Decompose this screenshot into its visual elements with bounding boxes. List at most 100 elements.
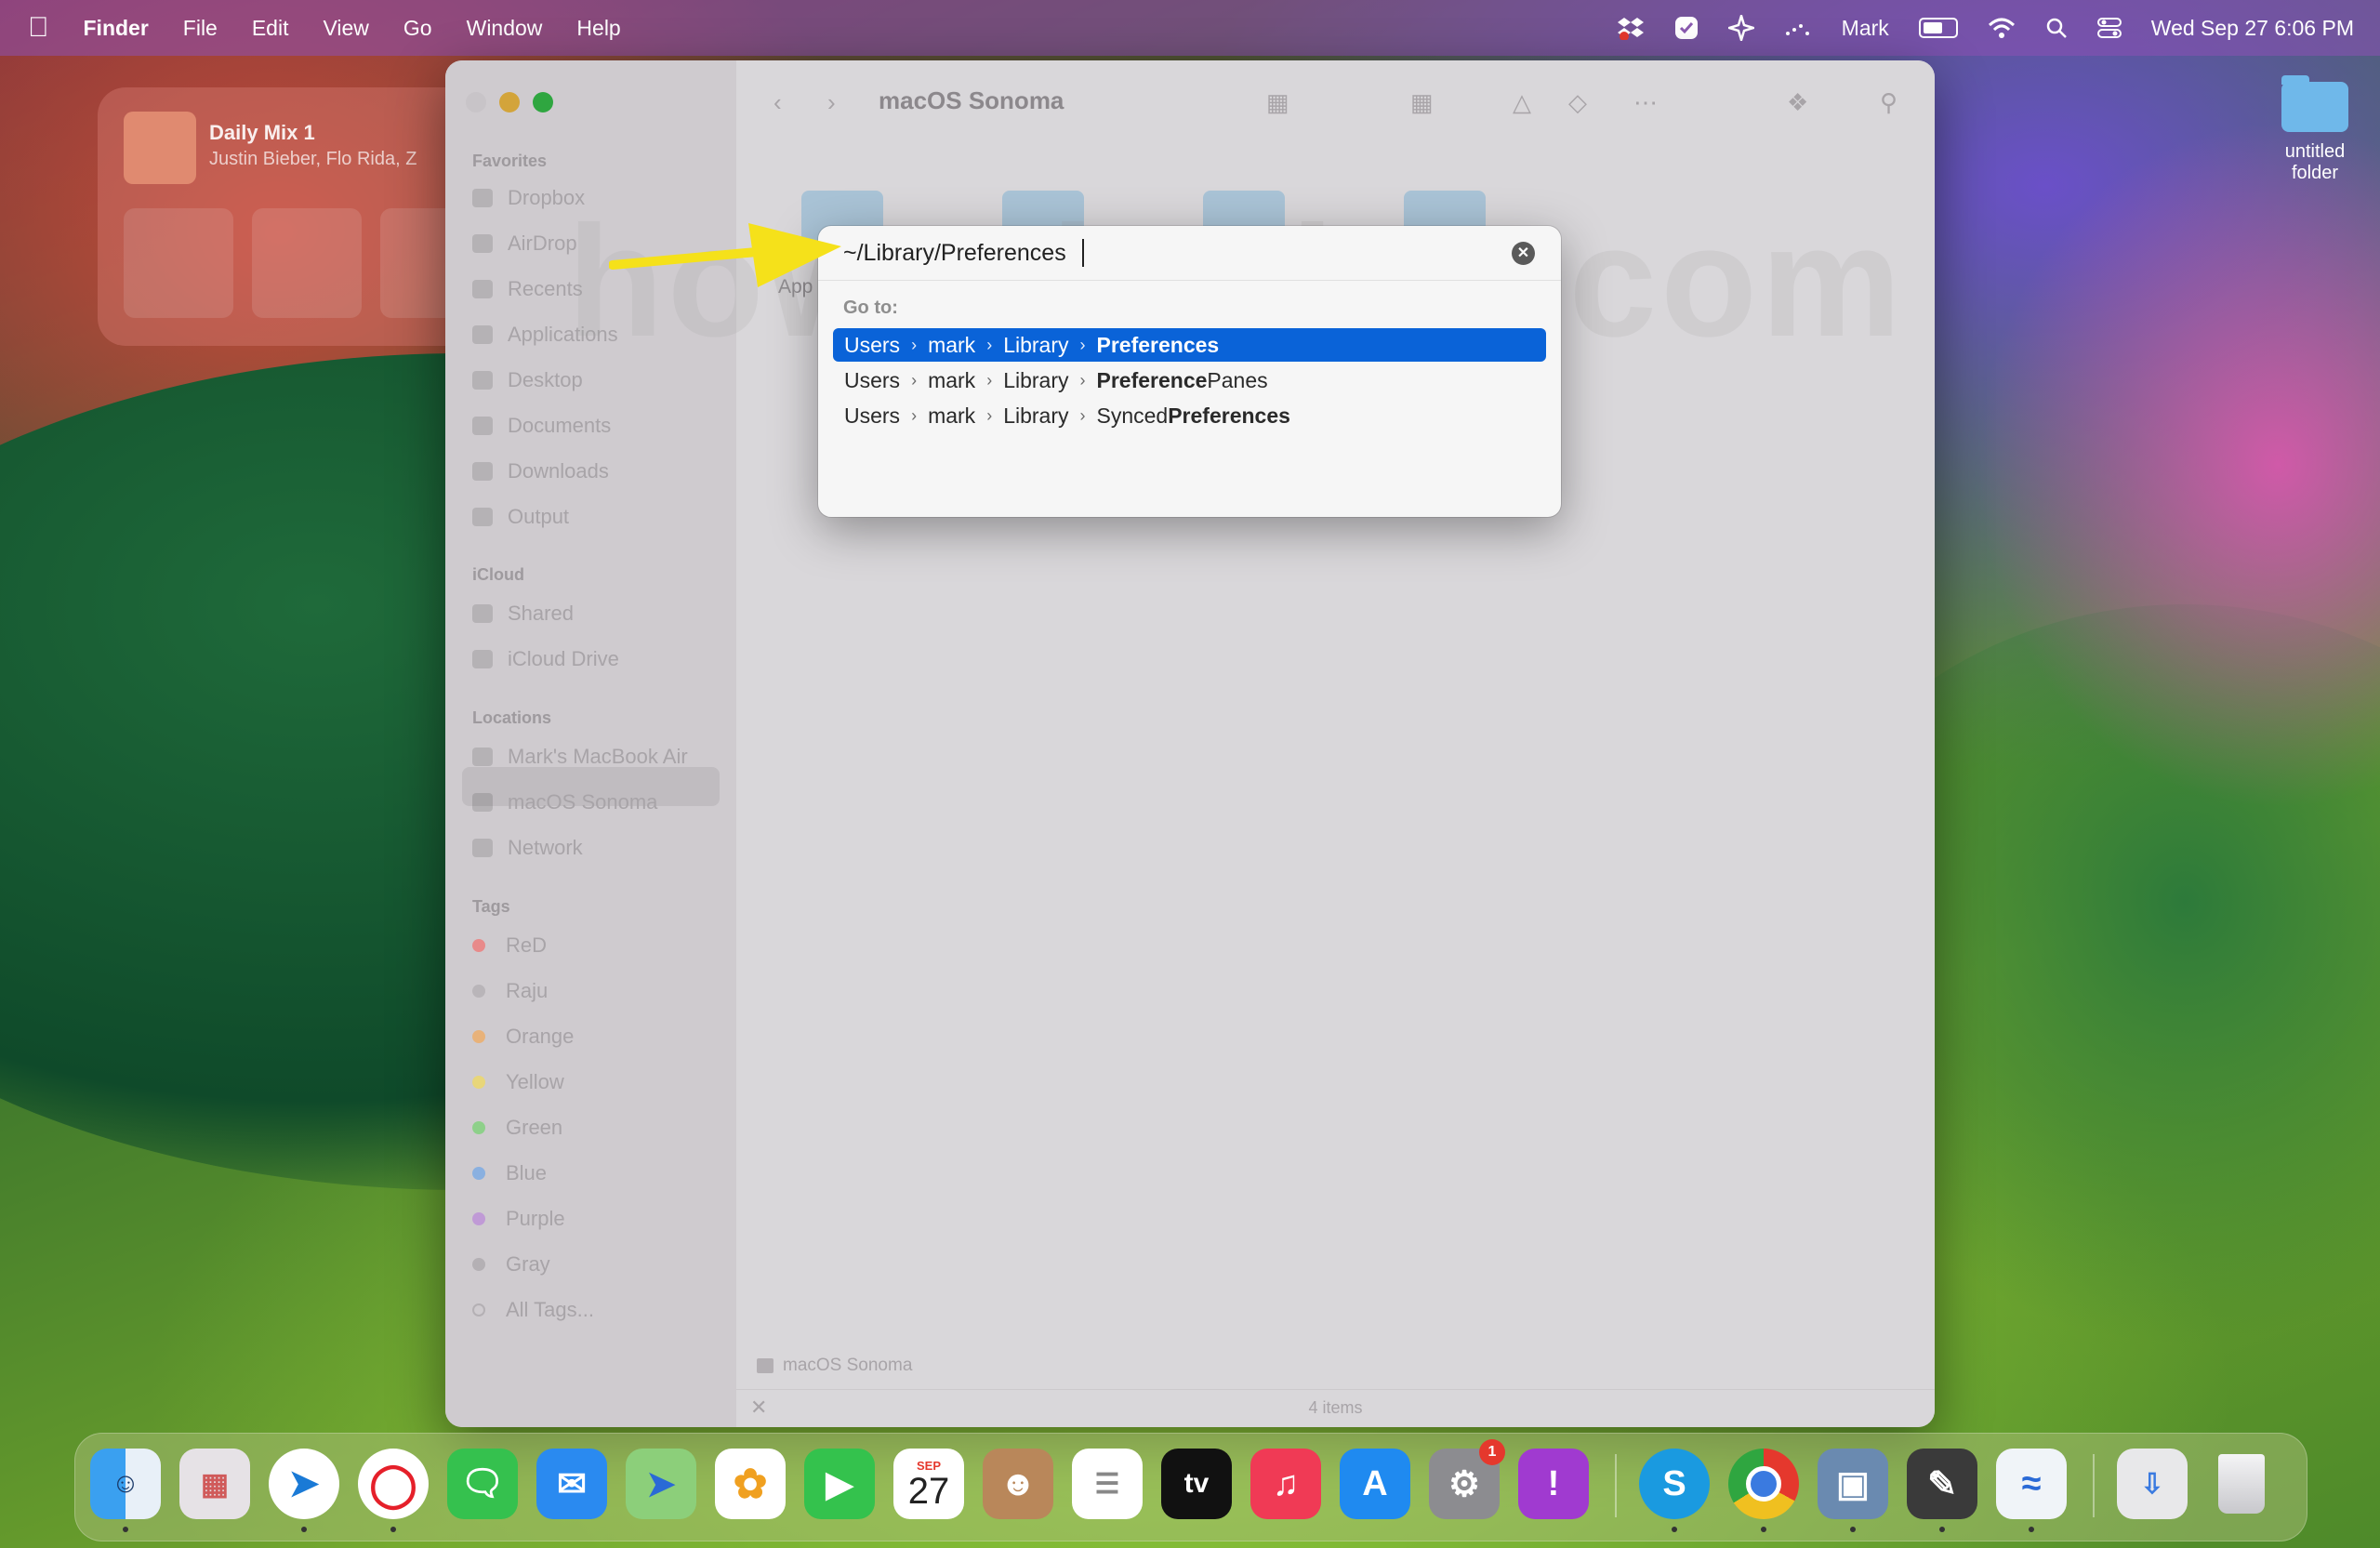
dots-activity-icon[interactable]: [1784, 19, 1812, 37]
preview-icon[interactable]: ▣: [1818, 1449, 1888, 1532]
sidebar-tag-red[interactable]: ReD: [472, 933, 547, 958]
path-bar-label: macOS Sonoma: [783, 1356, 913, 1375]
sidebar-tag-green[interactable]: Green: [472, 1116, 562, 1140]
opera-icon[interactable]: ◯: [358, 1449, 429, 1532]
sidebar-tag-blue[interactable]: Blue: [472, 1161, 547, 1185]
maps-icon[interactable]: ➤: [626, 1449, 696, 1519]
zoom-window-button[interactable]: [533, 92, 553, 112]
menu-app-name[interactable]: Finder: [84, 16, 149, 41]
applications-icon: [472, 325, 493, 344]
sidebar-tag-gray[interactable]: Gray: [472, 1252, 550, 1277]
group-by-icon[interactable]: ▦: [1410, 88, 1434, 117]
menubar-user-name[interactable]: Mark: [1842, 16, 1889, 41]
back-arrow-icon[interactable]: ‹: [774, 88, 782, 117]
checkmark-shield-icon[interactable]: [1674, 16, 1699, 40]
icon-view-icon[interactable]: ▦: [1266, 88, 1289, 117]
minimize-window-button[interactable]: [499, 92, 520, 112]
appstore-icon[interactable]: A: [1340, 1449, 1410, 1519]
sidebar-all-tags[interactable]: All Tags...: [472, 1298, 594, 1322]
sidebar-tag-raju[interactable]: Raju: [472, 979, 548, 1003]
globe-icon: [472, 839, 493, 857]
finder-icon[interactable]: ☺: [90, 1449, 161, 1532]
widget-subtitle: Justin Bieber, Flo Rida, Z: [209, 149, 417, 169]
shared-folder-icon: [472, 604, 493, 623]
suggestion-row[interactable]: Users › mark › Library › Preferences: [833, 328, 1546, 362]
suggestion-row[interactable]: Users › mark › Library › PreferencePanes: [833, 364, 1546, 397]
sidebar-item-output[interactable]: Output: [472, 505, 569, 529]
sidebar-item-shared[interactable]: Shared: [472, 602, 574, 626]
chrome-icon[interactable]: [1728, 1449, 1799, 1532]
sidebar-item-documents[interactable]: Documents: [472, 414, 611, 438]
more-actions-icon[interactable]: ⋯: [1633, 88, 1658, 117]
control-center-icon[interactable]: [2096, 17, 2122, 39]
dropbox-status-icon[interactable]: [1617, 16, 1645, 40]
menu-edit[interactable]: Edit: [252, 16, 289, 41]
close-window-button[interactable]: [466, 92, 486, 112]
safari-icon[interactable]: ➤: [269, 1449, 339, 1532]
sidebar-item-recents[interactable]: Recents: [472, 277, 583, 301]
sidebar-tag-orange[interactable]: Orange: [472, 1025, 574, 1049]
freeform-icon[interactable]: ≈: [1996, 1449, 2067, 1532]
widget-tile[interactable]: [124, 208, 233, 318]
sidebar-item-icloud-drive[interactable]: iCloud Drive: [472, 647, 619, 671]
tag-dot-icon: [472, 985, 485, 998]
system-settings-icon[interactable]: ⚙ 1: [1429, 1439, 1505, 1519]
menu-view[interactable]: View: [323, 16, 368, 41]
widget-tile[interactable]: [252, 208, 362, 318]
sidebar-item-network[interactable]: Network: [472, 836, 583, 860]
path-bar[interactable]: macOS Sonoma: [757, 1356, 912, 1376]
menu-go[interactable]: Go: [403, 16, 432, 41]
mail-icon[interactable]: ✉: [536, 1449, 607, 1519]
sparkle-icon[interactable]: [1727, 15, 1754, 41]
path-input[interactable]: [843, 238, 1475, 268]
photos-icon[interactable]: ✿: [715, 1449, 786, 1519]
sidebar-item-label: Gray: [506, 1252, 550, 1276]
tag-icon[interactable]: ◇: [1568, 88, 1587, 117]
skype-icon[interactable]: S: [1639, 1449, 1710, 1532]
music-icon[interactable]: ♫: [1250, 1449, 1321, 1519]
suggestion-row[interactable]: Users › mark › Library › SyncedPreferences: [833, 399, 1546, 432]
messages-icon[interactable]: 🗨: [447, 1449, 518, 1519]
sidebar-item-downloads[interactable]: Downloads: [472, 459, 609, 483]
appletv-icon[interactable]: tv: [1161, 1449, 1232, 1519]
sidebar-item-desktop[interactable]: Desktop: [472, 368, 583, 392]
menubar-clock[interactable]: Wed Sep 27 6:06 PM: [2151, 16, 2354, 41]
wifi-icon[interactable]: [1988, 17, 2016, 39]
menu-window[interactable]: Window: [467, 16, 543, 41]
sidebar-item-macos-sonoma[interactable]: macOS Sonoma: [472, 790, 657, 814]
sidebar-tag-yellow[interactable]: Yellow: [472, 1070, 564, 1094]
sidebar-item-label: Network: [508, 836, 583, 859]
trash-icon[interactable]: [2206, 1449, 2277, 1519]
chevron-right-icon: ›: [1079, 335, 1086, 354]
apple-menu-icon[interactable]: : [28, 12, 49, 44]
spotify-widget[interactable]: Daily Mix 1 Justin Bieber, Flo Rida, Z: [98, 87, 497, 346]
sidebar-item-macbook[interactable]: Mark's MacBook Air: [472, 745, 688, 769]
tag-dot-icon: [472, 1303, 485, 1316]
path-segment: Users: [844, 367, 901, 392]
clear-input-icon[interactable]: ✕: [1512, 242, 1535, 265]
launchpad-icon[interactable]: ▦: [179, 1449, 250, 1519]
calendar-icon[interactable]: SEP 27: [893, 1449, 964, 1519]
sidebar-item-label: Output: [508, 505, 570, 528]
contacts-icon[interactable]: ☻: [983, 1449, 1053, 1519]
spotlight-search-icon[interactable]: [2045, 17, 2068, 39]
tag-dot-icon: [472, 1258, 485, 1271]
share-icon[interactable]: △: [1513, 88, 1531, 117]
menu-help[interactable]: Help: [576, 16, 620, 41]
reminders-icon[interactable]: ☰: [1072, 1449, 1143, 1519]
sidebar-item-airdrop[interactable]: AirDrop: [472, 232, 577, 256]
feedback-icon[interactable]: !: [1518, 1449, 1589, 1519]
sidebar-item-label: Raju: [506, 979, 549, 1002]
menu-file[interactable]: File: [183, 16, 218, 41]
chevron-right-icon: ›: [1079, 405, 1086, 425]
desktop-folder[interactable]: untitled folder: [2268, 75, 2361, 184]
search-icon[interactable]: ⚲: [1880, 88, 1897, 117]
chevron-right-icon: ›: [911, 370, 918, 390]
sidebar-tag-purple[interactable]: Purple: [472, 1207, 565, 1231]
forward-arrow-icon[interactable]: ›: [827, 88, 836, 117]
dropbox-toolbar-icon[interactable]: ❖: [1787, 88, 1808, 117]
facetime-icon[interactable]: ▶: [804, 1449, 875, 1519]
downloads-stack-icon[interactable]: ⇩: [2117, 1449, 2188, 1519]
battery-icon[interactable]: [1918, 18, 1958, 38]
script-editor-icon[interactable]: ✎: [1907, 1449, 1977, 1532]
